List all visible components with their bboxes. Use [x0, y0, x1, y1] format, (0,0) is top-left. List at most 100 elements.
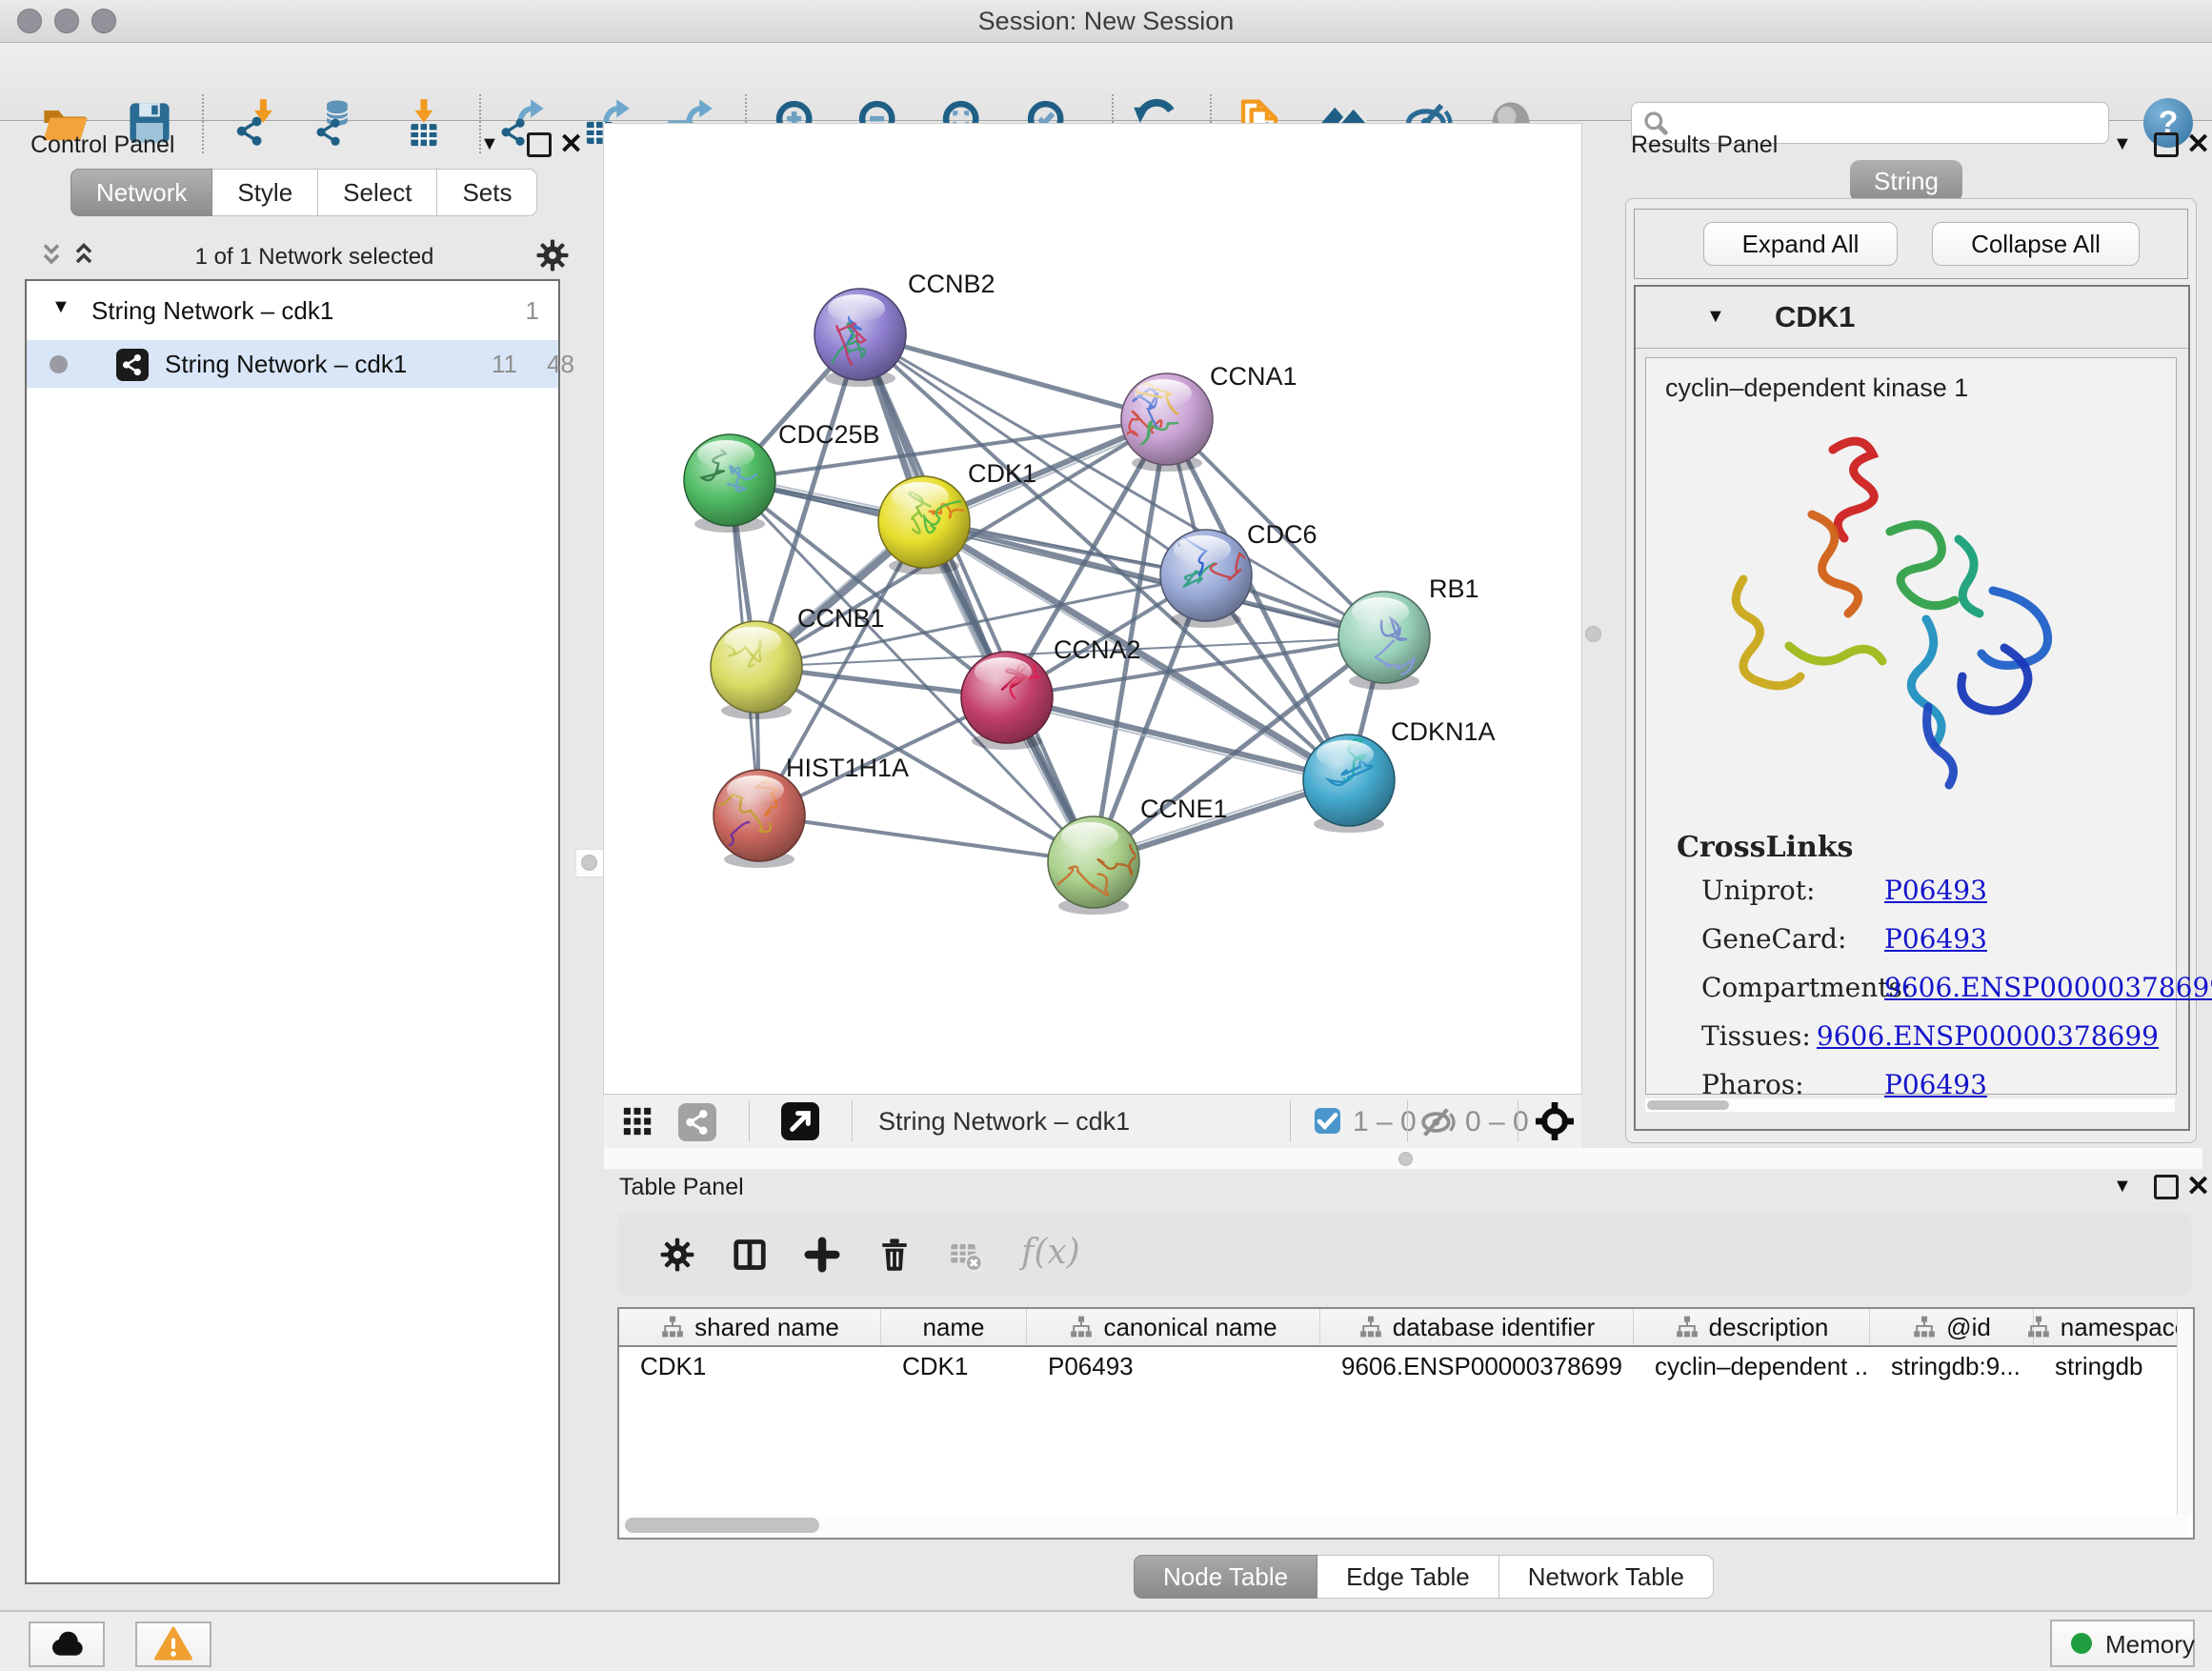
network-label: String Network – cdk1 [165, 350, 407, 379]
expand-all-icon[interactable] [70, 242, 97, 269]
hidden-eye-slash-icon[interactable] [1419, 1104, 1456, 1140]
table-settings-gear-icon[interactable] [659, 1237, 695, 1273]
warning-icon [154, 1625, 192, 1663]
crosslink-label: Pharos: [1701, 1069, 1884, 1100]
collapse-all-icon[interactable] [38, 242, 65, 269]
control-panel-close-icon[interactable]: ✕ [559, 135, 583, 154]
tab-sets[interactable]: Sets [437, 169, 537, 216]
node-details: cyclin–dependent kinase 1 CrossLinks Uni… [1645, 357, 2177, 1095]
crosslink-value-link[interactable]: 9606.ENSP00000378699 [1817, 1020, 2159, 1052]
node-CCNE1 [1048, 816, 1142, 915]
svg-text:CDK1: CDK1 [968, 459, 1036, 488]
tab-style[interactable]: Style [212, 169, 318, 216]
crosslinks-list: Uniprot:P06493GeneCard:P06493Compartment… [1701, 875, 2159, 1117]
tab-network[interactable]: Network [70, 169, 212, 216]
table-row[interactable]: CDK1CDK1P064939606.ENSP00000378699cyclin… [619, 1347, 2193, 1385]
table-hscrollbar[interactable] [619, 1515, 2189, 1536]
svg-text:RB1: RB1 [1429, 574, 1479, 603]
tab-select[interactable]: Select [318, 169, 437, 216]
table-panel-close-icon[interactable]: ✕ [2186, 1178, 2210, 1197]
table-panel-float-icon[interactable] [2154, 1175, 2179, 1199]
column-header[interactable]: name [881, 1309, 1027, 1345]
control-panel-tabs: Network Style Select Sets [70, 169, 537, 216]
crosslink-value-link[interactable]: P06493 [1884, 923, 1987, 955]
delete-column-trash-icon[interactable] [876, 1237, 913, 1273]
selected-checkbox[interactable] [1315, 1108, 1340, 1134]
network-share-icon[interactable] [678, 1103, 716, 1141]
tab-network-table[interactable]: Network Table [1499, 1555, 1714, 1599]
collapse-node-icon[interactable]: ▼ [1706, 306, 1725, 328]
warnings-button[interactable] [135, 1621, 211, 1667]
network-canvas[interactable]: CCNB2CCNA1CDC25BCDK1CDC6RB1CCNB1CCNA2CDK… [604, 124, 1581, 1094]
crosslink-value-link[interactable]: P06493 [1884, 1069, 1987, 1100]
expand-collapse-bar: Expand All Collapse All [1634, 209, 2188, 279]
results-panel-float-icon[interactable] [2154, 132, 2179, 157]
results-hscrollbar[interactable] [1645, 1098, 2175, 1112]
svg-text:CCNE1: CCNE1 [1140, 795, 1228, 823]
column-header[interactable]: @id [1870, 1309, 2034, 1345]
crosslink-value-link[interactable]: P06493 [1884, 875, 1987, 906]
collapse-collection-icon[interactable]: ▼ [51, 296, 70, 318]
crosslink-row: GeneCard:P06493 [1701, 923, 2159, 955]
protein-structure-image [1690, 421, 2100, 815]
crosslink-label: Compartments: [1701, 972, 1884, 1003]
show-columns-icon[interactable] [732, 1237, 768, 1273]
node-result-card: ▼ CDK1 cyclin–dependent kinase 1 CrossLi… [1634, 285, 2190, 1131]
collapse-all-button[interactable]: Collapse All [1932, 222, 2140, 266]
column-header[interactable]: namespace [2034, 1309, 2182, 1345]
scrollbar-thumb[interactable] [625, 1518, 819, 1533]
column-header[interactable]: shared name [619, 1309, 881, 1345]
table-panel-menu-icon[interactable]: ▼ [2113, 1176, 2132, 1198]
node-CDC25B [684, 434, 775, 533]
results-panel-close-icon[interactable]: ✕ [2186, 135, 2210, 154]
control-panel-menu-icon[interactable]: ▼ [480, 133, 499, 155]
results-panel-menu-icon[interactable]: ▼ [2113, 133, 2132, 155]
network-tree: ▼ String Network – cdk1 1 String Network… [25, 279, 560, 1584]
network-edge-count: 48 [547, 350, 574, 379]
application-window: Session: New Session [0, 0, 2212, 1671]
column-header[interactable]: database identifier [1320, 1309, 1634, 1345]
column-header-label: namespace [2061, 1313, 2188, 1342]
column-header-label: database identifier [1393, 1313, 1595, 1342]
svg-text:CCNB1: CCNB1 [797, 604, 885, 633]
tab-edge-table[interactable]: Edge Table [1317, 1555, 1499, 1599]
crosslinks-title: CrossLinks [1677, 831, 1853, 864]
right-splitter-handle[interactable] [1585, 626, 1601, 642]
scrollbar-thumb[interactable] [1647, 1100, 1729, 1110]
control-panel-float-icon[interactable] [527, 132, 552, 157]
svg-text:CDC25B: CDC25B [778, 420, 880, 449]
cloud-button[interactable] [29, 1621, 105, 1667]
splitter-dot [581, 855, 597, 871]
left-splitter-handle[interactable] [575, 849, 604, 877]
network-column-icon [1358, 1315, 1383, 1339]
column-header[interactable]: description [1634, 1309, 1870, 1345]
network-collection-row[interactable]: ▼ String Network – cdk1 1 [27, 292, 558, 329]
table-vscrollbar[interactable] [2177, 1309, 2193, 1515]
collection-count: 1 [526, 296, 539, 326]
network-graph[interactable]: CCNB2CCNA1CDC25BCDK1CDC6RB1CCNB1CCNA2CDK… [604, 124, 1581, 1094]
horizontal-splitter[interactable] [604, 1148, 2202, 1169]
crosslink-value-link[interactable]: 9606.ENSP00000378699 [1884, 972, 2212, 1003]
expand-all-button[interactable]: Expand All [1703, 222, 1898, 266]
tab-string[interactable]: String [1850, 160, 1962, 202]
network-row-selected[interactable]: String Network – cdk1 11 48 [27, 340, 558, 388]
node-CDC6 [1160, 530, 1256, 628]
column-header[interactable]: canonical name [1027, 1309, 1320, 1345]
node-result-title: CDK1 [1775, 300, 1855, 334]
network-options-gear-icon[interactable] [535, 238, 570, 272]
open-in-window-icon[interactable] [781, 1102, 819, 1140]
fit-selection-crosshair-icon[interactable] [1536, 1102, 1574, 1140]
network-view-toolbar: String Network – cdk1 1 – 0 0 – 0 [604, 1094, 1581, 1149]
tab-node-table[interactable]: Node Table [1134, 1555, 1317, 1599]
current-network-name: String Network – cdk1 [878, 1107, 1130, 1137]
table-body: CDK1CDK1P064939606.ENSP00000378699cyclin… [619, 1347, 2193, 1385]
svg-text:CDC6: CDC6 [1247, 520, 1317, 549]
memory-button[interactable]: Memory [2050, 1620, 2195, 1667]
network-status-dot [50, 355, 68, 373]
add-column-icon[interactable] [804, 1237, 840, 1273]
network-node-count: 11 [492, 350, 517, 379]
birds-eye-grid-icon[interactable] [621, 1105, 654, 1137]
network-selected-status: 1 of 1 Network selected [114, 244, 514, 271]
crosslink-row: Tissues:9606.ENSP00000378699 [1701, 1020, 2159, 1052]
table-cell: cyclin–dependent ... [1634, 1352, 1870, 1381]
